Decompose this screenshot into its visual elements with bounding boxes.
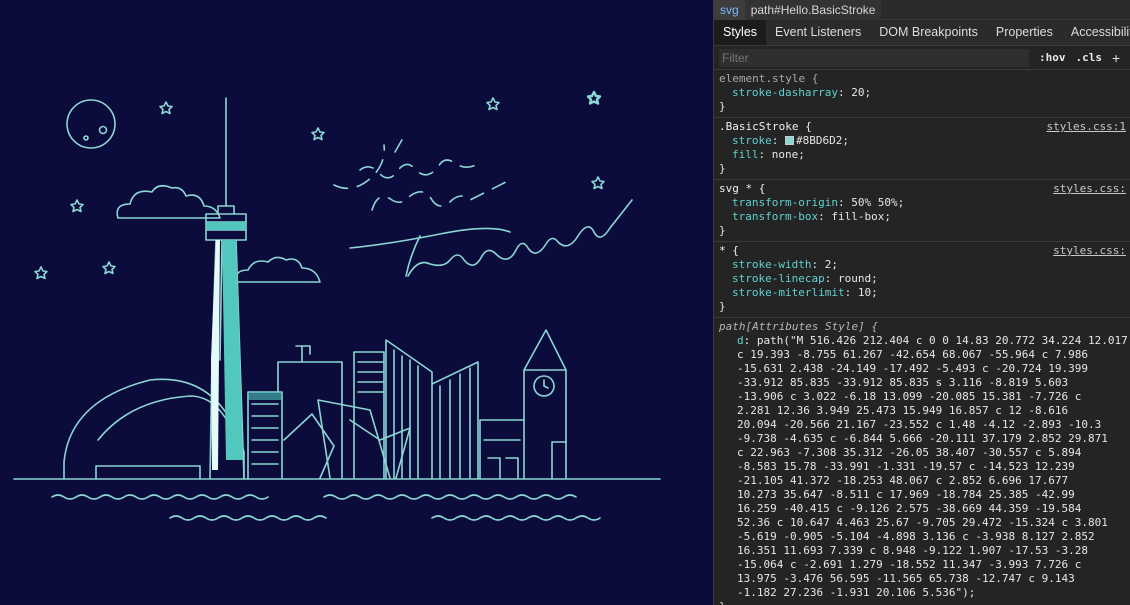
building xyxy=(479,419,567,479)
star-icon xyxy=(102,261,116,275)
rule-svg-all: svg * { styles.css: transform-origin: 50… xyxy=(714,180,1130,242)
filter-input[interactable] xyxy=(719,48,1029,67)
building xyxy=(283,399,411,479)
building xyxy=(247,391,283,479)
building xyxy=(385,339,433,479)
tab-event-listeners[interactable]: Event Listeners xyxy=(766,20,870,45)
filter-bar: :hov .cls + xyxy=(714,46,1130,70)
rule-path-attributes: path[Attributes Style] { d: path("M 516.… xyxy=(714,318,1130,605)
path-d-line: 10.273 35.647 -8.511 c 17.969 -18.784 25… xyxy=(737,488,1075,501)
breadcrumb-svg[interactable]: svg xyxy=(714,0,745,20)
water-wave xyxy=(51,494,269,500)
path-d-line: -15.631 2.438 -24.149 -17.492 -5.493 c -… xyxy=(737,362,1088,375)
hello-lettering xyxy=(333,137,511,211)
water-wave xyxy=(431,515,601,521)
building xyxy=(431,361,479,479)
svg-canvas xyxy=(0,0,713,605)
path-d-line: 20.094 -20.566 21.167 -23.552 c 1.48 -4.… xyxy=(737,418,1102,431)
color-swatch[interactable] xyxy=(785,136,794,145)
declaration[interactable]: stroke-width: 2; xyxy=(719,258,1125,272)
building xyxy=(277,345,343,479)
declaration[interactable]: stroke-linecap: round; xyxy=(719,272,1125,286)
path-d-line: -15.064 c -2.691 1.279 -18.552 11.347 -3… xyxy=(737,558,1082,571)
path-d-line: c 22.963 -7.308 35.312 -26.05 38.407 -30… xyxy=(737,446,1082,459)
rule-selector: path[Attributes Style] { xyxy=(719,320,878,333)
star-icon xyxy=(591,176,605,190)
rule-universal: * { styles.css: stroke-width: 2; stroke-… xyxy=(714,242,1130,318)
moon-icon xyxy=(66,99,116,149)
source-link[interactable]: styles.css: xyxy=(1053,182,1126,196)
declaration[interactable]: stroke: #8BD6D2; xyxy=(719,134,1125,148)
star-icon xyxy=(159,101,173,115)
devtools-panel: svg path#Hello.BasicStroke Styles Event … xyxy=(713,0,1130,605)
path-d-line: -9.738 -4.635 c -6.844 5.666 -20.111 37.… xyxy=(737,432,1108,445)
source-link[interactable]: styles.css: xyxy=(1053,244,1126,258)
tab-properties[interactable]: Properties xyxy=(987,20,1062,45)
path-d-line: 16.351 11.693 7.339 c 8.948 -9.122 1.907… xyxy=(737,544,1088,557)
clock-tower xyxy=(523,329,567,479)
toronto-lettering xyxy=(349,199,633,277)
water-wave xyxy=(169,515,327,521)
path-d-line: -8.583 15.78 -33.991 -1.331 -19.57 c -14… xyxy=(737,460,1075,473)
path-d-line: 2.281 12.36 3.949 25.473 15.949 16.857 c… xyxy=(737,404,1069,417)
rule-selector: element.style { xyxy=(719,72,819,85)
hov-toggle[interactable]: :hov xyxy=(1039,51,1066,64)
star-icon xyxy=(586,90,602,105)
path-d-declaration[interactable]: d: path("M 516.426 212.404 c 0 0 14.83 2… xyxy=(719,334,1128,348)
path-d-line: 52.36 c 10.647 4.463 25.67 -9.705 29.472… xyxy=(737,516,1108,529)
panel-tabs: Styles Event Listeners DOM Breakpoints P… xyxy=(714,20,1130,46)
building xyxy=(353,351,385,479)
tab-styles[interactable]: Styles xyxy=(714,20,767,45)
new-rule-button[interactable]: + xyxy=(1112,50,1120,66)
star-icon xyxy=(486,97,500,111)
cls-toggle[interactable]: .cls xyxy=(1076,51,1103,64)
declaration[interactable]: stroke-miterlimit: 10; xyxy=(719,286,1125,300)
source-link[interactable]: styles.css:1 xyxy=(1047,120,1126,134)
breadcrumb: svg path#Hello.BasicStroke xyxy=(714,0,1130,20)
cloud-icon xyxy=(234,256,321,283)
star-icon xyxy=(34,266,48,280)
cloud-icon xyxy=(116,184,221,219)
path-d-line: 13.975 -3.476 56.595 -11.565 65.738 -12.… xyxy=(737,572,1075,585)
toronto-skyline-illustration xyxy=(13,90,661,521)
declaration[interactable]: transform-box: fill-box; xyxy=(719,210,1125,224)
rule-element-style: element.style { stroke-dasharray: 20; } xyxy=(714,70,1130,118)
path-d-line: -21.105 41.372 -18.253 48.067 c 2.852 6.… xyxy=(737,474,1069,487)
star-icon xyxy=(311,127,325,141)
tab-accessibility[interactable]: Accessibility xyxy=(1062,20,1130,45)
path-d-line: -13.906 c 3.022 -6.18 13.099 -20.085 15.… xyxy=(737,390,1082,403)
water-wave xyxy=(323,494,577,500)
declaration[interactable]: fill: none; xyxy=(719,148,1125,162)
declaration[interactable]: transform-origin: 50% 50%; xyxy=(719,196,1125,210)
path-d-line: -1.182 27.236 -1.931 20.106 5.536"); xyxy=(737,586,976,599)
tab-dom-breakpoints[interactable]: DOM Breakpoints xyxy=(870,20,987,45)
path-d-line: -33.912 85.835 -33.912 85.835 s 3.116 -8… xyxy=(737,376,1069,389)
path-d-line: c 19.393 -8.755 61.267 -42.654 68.067 -5… xyxy=(737,348,1088,361)
star-icon xyxy=(70,199,84,213)
path-d-line: 16.259 -40.415 c -9.126 2.575 -38.669 44… xyxy=(737,502,1082,515)
path-d-line: -5.619 -0.905 -5.104 -4.898 3.136 c -3.9… xyxy=(737,530,1095,543)
rule-basic-stroke: .BasicStroke { styles.css:1 stroke: #8BD… xyxy=(714,118,1130,180)
breadcrumb-path[interactable]: path#Hello.BasicStroke xyxy=(744,0,882,20)
declaration[interactable]: stroke-dasharray: 20; xyxy=(719,86,1125,100)
